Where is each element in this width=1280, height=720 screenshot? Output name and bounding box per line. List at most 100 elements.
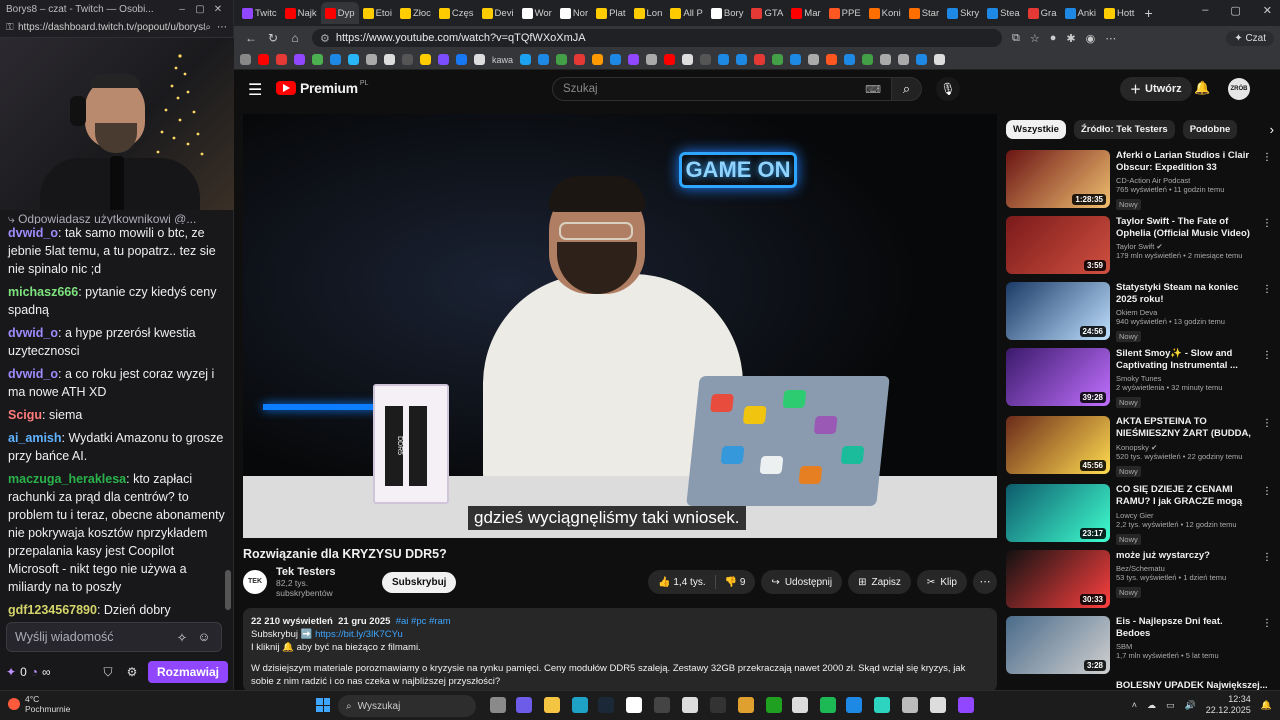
browser-tab[interactable]: Devi bbox=[478, 2, 518, 24]
bookmark-icon[interactable] bbox=[826, 54, 838, 65]
browser-tab[interactable]: Dyp bbox=[320, 2, 359, 24]
menu-dots-icon[interactable]: ⋯ bbox=[1105, 32, 1116, 45]
recommendation-channel[interactable]: Lowcy Gier bbox=[1116, 511, 1252, 520]
more-icon[interactable]: ⋯ bbox=[217, 22, 227, 33]
weather-widget[interactable]: 4°C Pochmurnie bbox=[8, 694, 70, 714]
app-icon[interactable] bbox=[874, 697, 890, 713]
kebab-menu-icon[interactable]: ⋮ bbox=[1262, 218, 1272, 229]
recommendation-channel[interactable]: Smoky Tunes bbox=[1116, 374, 1252, 383]
address-bar[interactable]: ⚙ https://www.youtube.com/watch?v=qTQfWX… bbox=[312, 29, 1002, 47]
channel-name[interactable]: Tek Testers bbox=[276, 566, 366, 578]
create-button[interactable]: ＋ Utwórz bbox=[1120, 77, 1192, 101]
recommendation-channel[interactable]: Bez/Schematu bbox=[1116, 564, 1252, 573]
chip-related[interactable]: Podobne bbox=[1182, 119, 1238, 139]
chat-username[interactable]: maczuga_heraklesa bbox=[8, 472, 126, 486]
czat-button[interactable]: ✦ Czat bbox=[1226, 30, 1274, 46]
browser-tab[interactable]: Skry bbox=[943, 2, 983, 24]
browser-tab[interactable]: Star bbox=[905, 2, 943, 24]
chat-message-input[interactable]: Wyślij wiadomość ✧ ☺ bbox=[6, 622, 222, 652]
app-icon[interactable] bbox=[626, 697, 642, 713]
browser-tab[interactable]: Etoi bbox=[359, 2, 396, 24]
bookmark-label[interactable]: kawa bbox=[492, 55, 513, 65]
chat-username[interactable]: gdf1234567890 bbox=[8, 603, 97, 617]
browser-tab[interactable]: Złoc bbox=[396, 2, 435, 24]
recommendation-item[interactable]: 1:28:35 Aferki o Larian Studios i Clair O… bbox=[1006, 150, 1274, 212]
bookmark-icon[interactable] bbox=[718, 54, 730, 65]
folder-icon[interactable] bbox=[738, 697, 754, 713]
back-icon[interactable]: ← bbox=[240, 31, 262, 45]
sparkle-icon[interactable]: ✧ bbox=[173, 630, 191, 645]
video-thumbnail[interactable]: 24:56 bbox=[1006, 282, 1110, 340]
recommendation-item[interactable]: 39:28 Silent Smoy✨ - Slow and Captivating… bbox=[1006, 348, 1274, 410]
new-tab-icon[interactable]: + bbox=[1144, 5, 1152, 21]
xbox-icon[interactable] bbox=[766, 697, 782, 713]
bookmark-icon[interactable] bbox=[330, 54, 341, 65]
browser-tab[interactable]: Stea bbox=[983, 2, 1024, 24]
shield-icon[interactable]: ⛉ bbox=[96, 665, 120, 680]
bookmark-icon[interactable] bbox=[844, 54, 856, 65]
browser-tab[interactable]: Wor bbox=[518, 2, 556, 24]
browser-tab[interactable]: Bory bbox=[707, 2, 748, 24]
task-view-icon[interactable] bbox=[490, 697, 506, 713]
recommendation-title[interactable]: Taylor Swift - The Fate of Ophelia (Offi… bbox=[1116, 216, 1252, 240]
kebab-menu-icon[interactable]: ⋮ bbox=[1262, 418, 1272, 429]
recommendation-item[interactable]: 30:33 może już wystarczy? Bez/Schematu 53 t… bbox=[1006, 550, 1274, 612]
video-thumbnail[interactable]: 23:17 bbox=[1006, 484, 1110, 542]
chevron-right-icon[interactable]: › bbox=[1270, 122, 1274, 137]
bookmark-icon[interactable] bbox=[520, 54, 532, 65]
browser-tab[interactable]: Plat bbox=[592, 2, 629, 24]
gear-icon[interactable]: ⚙ bbox=[120, 665, 144, 679]
translate-icon[interactable]: ⧉ bbox=[1012, 32, 1020, 45]
bookmark-icon[interactable] bbox=[664, 54, 676, 65]
settings-icon[interactable] bbox=[902, 697, 918, 713]
steam-icon[interactable] bbox=[598, 697, 614, 713]
notifications-bell-icon[interactable]: 🔔 bbox=[1194, 80, 1210, 96]
bookmark-star-icon[interactable]: ☆ bbox=[1030, 32, 1040, 45]
bookmark-icon[interactable] bbox=[646, 54, 658, 65]
bookmark-icon[interactable] bbox=[574, 54, 586, 65]
video-player[interactable]: GAME ON gdzieś wyciągnęliśmy taki wniose… bbox=[243, 114, 997, 538]
bookmark-icon[interactable] bbox=[880, 54, 892, 65]
bookmark-icon[interactable] bbox=[736, 54, 748, 65]
recommendation-title[interactable]: może już wystarczy? bbox=[1116, 550, 1252, 562]
recommendation-channel[interactable]: Konopsky ✔ bbox=[1116, 443, 1252, 452]
share-button[interactable]: ↪ Udostępnij bbox=[761, 570, 843, 594]
bookmark-icon[interactable] bbox=[592, 54, 604, 65]
voice-search-button[interactable]: 🎙 bbox=[936, 77, 960, 101]
like-button[interactable]: 👍 1,4 tys. bbox=[658, 577, 705, 588]
bookmark-icon[interactable] bbox=[438, 54, 449, 65]
bookmark-icon[interactable] bbox=[420, 54, 431, 65]
clip-button[interactable]: ✂ Klip bbox=[916, 570, 967, 594]
recommendation-title[interactable]: AKTA EPSTEINA TO NIEŚMIESZNY ŻART (BUDDA… bbox=[1116, 416, 1252, 441]
bookmark-icon[interactable] bbox=[808, 54, 820, 65]
bookmark-icon[interactable] bbox=[898, 54, 910, 65]
bookmark-icon[interactable] bbox=[790, 54, 802, 65]
recommendation-channel[interactable]: SBM bbox=[1116, 642, 1252, 651]
bookmark-icon[interactable] bbox=[916, 54, 928, 65]
bookmark-icon[interactable] bbox=[610, 54, 622, 65]
youtube-premium-logo[interactable]: Premium PL bbox=[276, 80, 368, 96]
edge-icon[interactable] bbox=[572, 697, 588, 713]
kebab-menu-icon[interactable]: ⋮ bbox=[1262, 486, 1272, 497]
recommendation-title[interactable]: CO SIĘ DZIEJE Z CENAMI RAMU? I jak GRACZ… bbox=[1116, 484, 1252, 509]
chat-username[interactable]: Scigu bbox=[8, 408, 42, 422]
bookmark-icon[interactable] bbox=[628, 54, 640, 65]
kebab-menu-icon[interactable]: ⋮ bbox=[1262, 284, 1272, 295]
chat-username[interactable]: dvwid_o bbox=[8, 326, 58, 340]
kebab-menu-icon[interactable]: ⋮ bbox=[1262, 618, 1272, 629]
bookmark-icon[interactable] bbox=[934, 54, 946, 65]
hashtags[interactable]: #ai #pc #ram bbox=[396, 616, 451, 627]
keyboard-icon[interactable]: ⌨ bbox=[865, 83, 881, 96]
video-description[interactable]: 22 210 wyświetleń 21 gru 2025 #ai #pc #r… bbox=[243, 608, 997, 690]
send-chat-button[interactable]: Rozmawiaj bbox=[147, 661, 228, 683]
recommendation-item[interactable]: 45:56 AKTA EPSTEINA TO NIEŚMIESZNY ŻART (… bbox=[1006, 416, 1274, 478]
obs-icon[interactable] bbox=[654, 697, 670, 713]
tray-chevron-icon[interactable]: ˄ bbox=[1132, 700, 1137, 710]
extension-icon[interactable]: ● bbox=[1050, 32, 1057, 45]
site-info-icon[interactable]: ⚙ bbox=[320, 32, 330, 45]
taskbar-search[interactable]: ⌕ Wyszukaj bbox=[338, 695, 476, 717]
video-thumbnail[interactable]: 45:56 bbox=[1006, 416, 1110, 474]
spotify-icon[interactable] bbox=[820, 697, 836, 713]
chip-all[interactable]: Wszystkie bbox=[1006, 119, 1066, 139]
emote-icon[interactable]: ☺ bbox=[195, 630, 213, 644]
